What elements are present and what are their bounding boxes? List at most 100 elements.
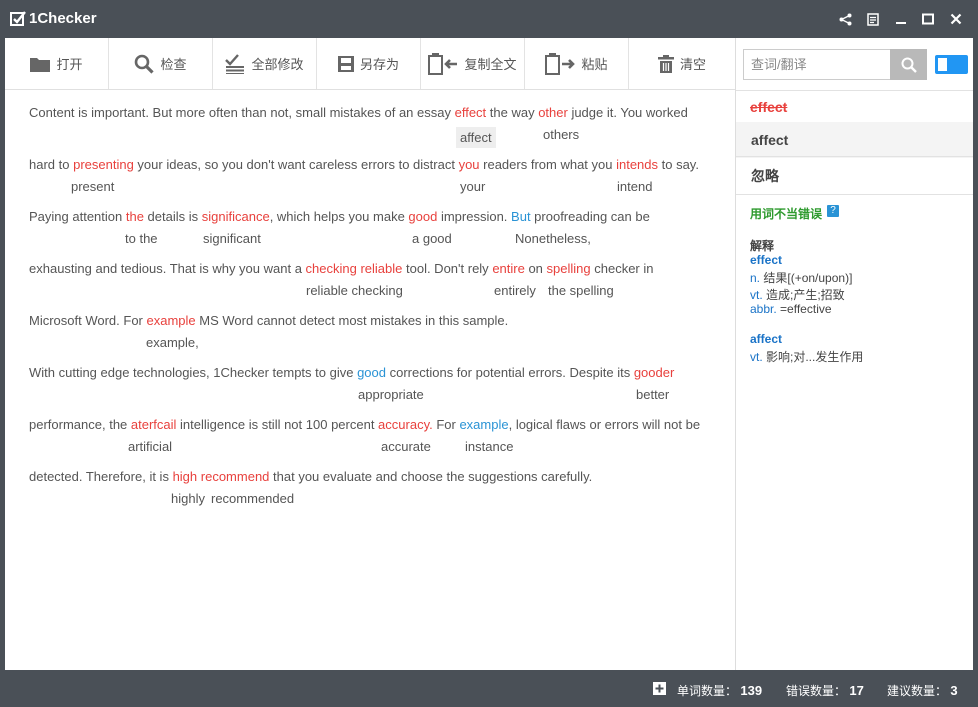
error-token[interactable]: intends xyxy=(616,157,658,172)
suggestion-text[interactable]: intend xyxy=(617,179,652,194)
definition-text: 造成;产生;招致 xyxy=(766,288,845,302)
check-button[interactable]: 检查 xyxy=(109,38,213,89)
suggestion-token[interactable]: But xyxy=(511,209,531,224)
title-bar: 1Checker xyxy=(0,0,978,38)
text-segment: corrections for potential errors. Despit… xyxy=(386,365,634,380)
error-token[interactable]: gooder xyxy=(634,365,674,380)
error-token[interactable]: you xyxy=(459,157,480,172)
text-line: Content is important. But more often tha… xyxy=(29,105,688,120)
minimize-button[interactable] xyxy=(891,9,911,29)
save-as-label: 另存为 xyxy=(359,57,399,72)
definition-line: abbr. =effective xyxy=(750,302,832,316)
search-icon xyxy=(901,57,917,73)
suggestion-text[interactable]: Nonetheless, xyxy=(515,231,591,246)
panel-toggle[interactable] xyxy=(935,55,968,74)
error-token[interactable]: other xyxy=(538,105,568,120)
paste-button[interactable]: 粘贴 xyxy=(525,38,629,89)
error-token[interactable]: significance xyxy=(202,209,270,224)
error-token[interactable]: effect xyxy=(455,105,487,120)
error-token[interactable]: recommend xyxy=(201,469,270,484)
separator xyxy=(736,90,973,91)
text-segment: judge it. You worked xyxy=(567,105,688,120)
save-as-button[interactable]: 另存为 xyxy=(317,38,421,89)
text-line: performance, the aterfcail intelligence … xyxy=(29,417,700,432)
error-token[interactable]: aterfcail xyxy=(131,417,177,432)
paste-icon xyxy=(545,52,576,75)
suggestion-token[interactable]: example xyxy=(459,417,508,432)
error-count-label: 错误数量： xyxy=(786,684,847,698)
error-token[interactable]: checking reliable xyxy=(306,261,403,276)
toggle-knob xyxy=(938,58,947,71)
error-token[interactable]: entire xyxy=(492,261,525,276)
add-icon[interactable] xyxy=(653,682,666,695)
suggestion-text[interactable]: instance xyxy=(465,439,513,454)
suggest-count-value: 3 xyxy=(950,683,958,698)
suggestion-text[interactable]: present xyxy=(71,179,114,194)
text-segment: on xyxy=(524,261,547,276)
suggestion-chip[interactable]: affect xyxy=(456,127,496,148)
suggestion-text[interactable]: the spelling xyxy=(548,283,614,298)
suggestion-text[interactable]: highly xyxy=(171,491,205,506)
suggestion-text[interactable]: others xyxy=(543,127,579,142)
trash-icon xyxy=(657,54,674,73)
error-token[interactable]: good xyxy=(408,209,437,224)
error-category: 用词不当错误 xyxy=(750,207,823,221)
text-segment: , logical flaws or errors will not be xyxy=(508,417,701,432)
suggestion-text[interactable]: a good xyxy=(412,231,452,246)
check-label: 检查 xyxy=(160,57,187,72)
suggestion-text[interactable]: reliable checking xyxy=(306,283,403,298)
suggestion-option-affect[interactable]: affect xyxy=(736,122,973,158)
suggestion-text[interactable]: to the xyxy=(125,231,158,246)
text-segment: MS Word cannot detect most mistakes in t… xyxy=(195,313,509,328)
sidebar: effect affect 忽略 用词不当错误 ? 解释 effect n. 结… xyxy=(736,38,973,670)
app-title: 1Checker xyxy=(29,10,97,27)
error-token[interactable]: spelling xyxy=(547,261,591,276)
error-token[interactable]: presenting xyxy=(73,157,134,172)
open-button[interactable]: 打开 xyxy=(5,38,109,89)
fix-all-button[interactable]: 全部修改 xyxy=(213,38,317,89)
suggestion-text[interactable]: accurate xyxy=(381,439,431,454)
suggestion-text[interactable]: significant xyxy=(203,231,261,246)
error-token[interactable]: high xyxy=(173,469,198,484)
error-count-value: 17 xyxy=(849,683,864,698)
text-editor[interactable]: Content is important. But more often tha… xyxy=(5,90,735,670)
help-icon[interactable]: ? xyxy=(827,205,839,217)
copy-icon xyxy=(428,52,458,75)
text-segment: that you evaluate and choose the suggest… xyxy=(269,469,593,484)
suggestion-text[interactable]: artificial xyxy=(128,439,172,454)
save-icon xyxy=(337,55,354,72)
clear-label: 清空 xyxy=(679,57,706,72)
definition-word: affect xyxy=(750,332,783,346)
main-frame: 打开 检查 全部修改 另存为 复制全文 粘贴 清空 Content is imp… xyxy=(5,38,973,670)
text-segment: performance, the xyxy=(29,417,131,432)
suggestion-text[interactable]: better xyxy=(636,387,669,402)
text-segment: For xyxy=(432,417,460,432)
search-input[interactable] xyxy=(743,49,891,80)
suggestion-text[interactable]: recommended xyxy=(211,491,294,506)
text-segment: Paying attention xyxy=(29,209,126,224)
suggestion-text[interactable]: your xyxy=(460,179,485,194)
text-segment: details is xyxy=(143,209,202,224)
text-line: exhausting and tedious. That is why you … xyxy=(29,261,654,276)
wrong-word: effect xyxy=(750,99,788,115)
share-button[interactable] xyxy=(835,9,855,29)
suggestion-text[interactable]: appropriate xyxy=(358,387,424,402)
copy-all-button[interactable]: 复制全文 xyxy=(421,38,525,89)
suggest-count-label: 建议数量： xyxy=(887,684,948,698)
suggestion-token[interactable]: good xyxy=(357,365,386,380)
error-token[interactable]: accuracy. xyxy=(378,417,433,432)
error-token[interactable]: example xyxy=(147,313,196,328)
suggestion-text[interactable]: entirely xyxy=(494,283,536,298)
search-button[interactable] xyxy=(890,49,927,80)
error-token[interactable]: the xyxy=(126,209,144,224)
close-button[interactable] xyxy=(946,9,966,29)
copy-all-label: 复制全文 xyxy=(464,57,517,72)
notes-button[interactable] xyxy=(863,9,883,29)
clear-button[interactable]: 清空 xyxy=(629,38,735,89)
separator xyxy=(736,194,973,195)
ignore-option[interactable]: 忽略 xyxy=(736,158,973,194)
maximize-button[interactable] xyxy=(918,9,938,29)
suggestion-text[interactable]: example, xyxy=(146,335,199,350)
text-segment: With cutting edge technologies, 1Checker… xyxy=(29,365,358,380)
notes-icon xyxy=(867,12,879,26)
